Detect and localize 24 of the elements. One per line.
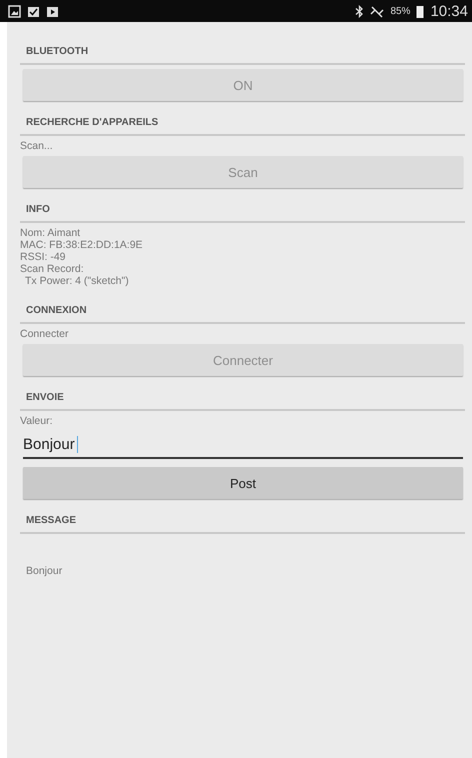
section-heading: CONNEXION [20,295,465,324]
section-heading: BLUETOOTH [20,36,465,65]
battery-icon [416,4,424,18]
section-heading: INFO [20,194,465,223]
info-line: Tx Power: 4 ("sketch") [24,275,130,287]
clipboard-play-icon [46,4,59,18]
info-line: Scan Record: [20,263,84,275]
clock: 10:34 [430,2,468,20]
action-button[interactable]: Post [23,467,463,499]
clipboard-check-icon [27,4,40,18]
label: Connecter [20,327,70,340]
info-line: MAC: FB:38:E2:DD:1A:9E [20,239,144,251]
info-line: Nom: Aimant [20,227,82,239]
picture-icon [8,4,21,18]
section-heading: MESSAGE [20,505,465,534]
label: Scan... [20,139,54,152]
info-line: RSSI: -49 [20,251,67,263]
label: Valeur: [20,414,54,427]
bluetooth-icon [355,4,364,18]
input-field[interactable]: Bonjour [23,431,463,459]
section-heading: ENVOIE [20,382,465,411]
battery-percent: 85% [390,6,410,16]
message-text: Bonjour [25,564,64,577]
section-heading: RECHERCHE D'APPAREILS [20,107,465,136]
